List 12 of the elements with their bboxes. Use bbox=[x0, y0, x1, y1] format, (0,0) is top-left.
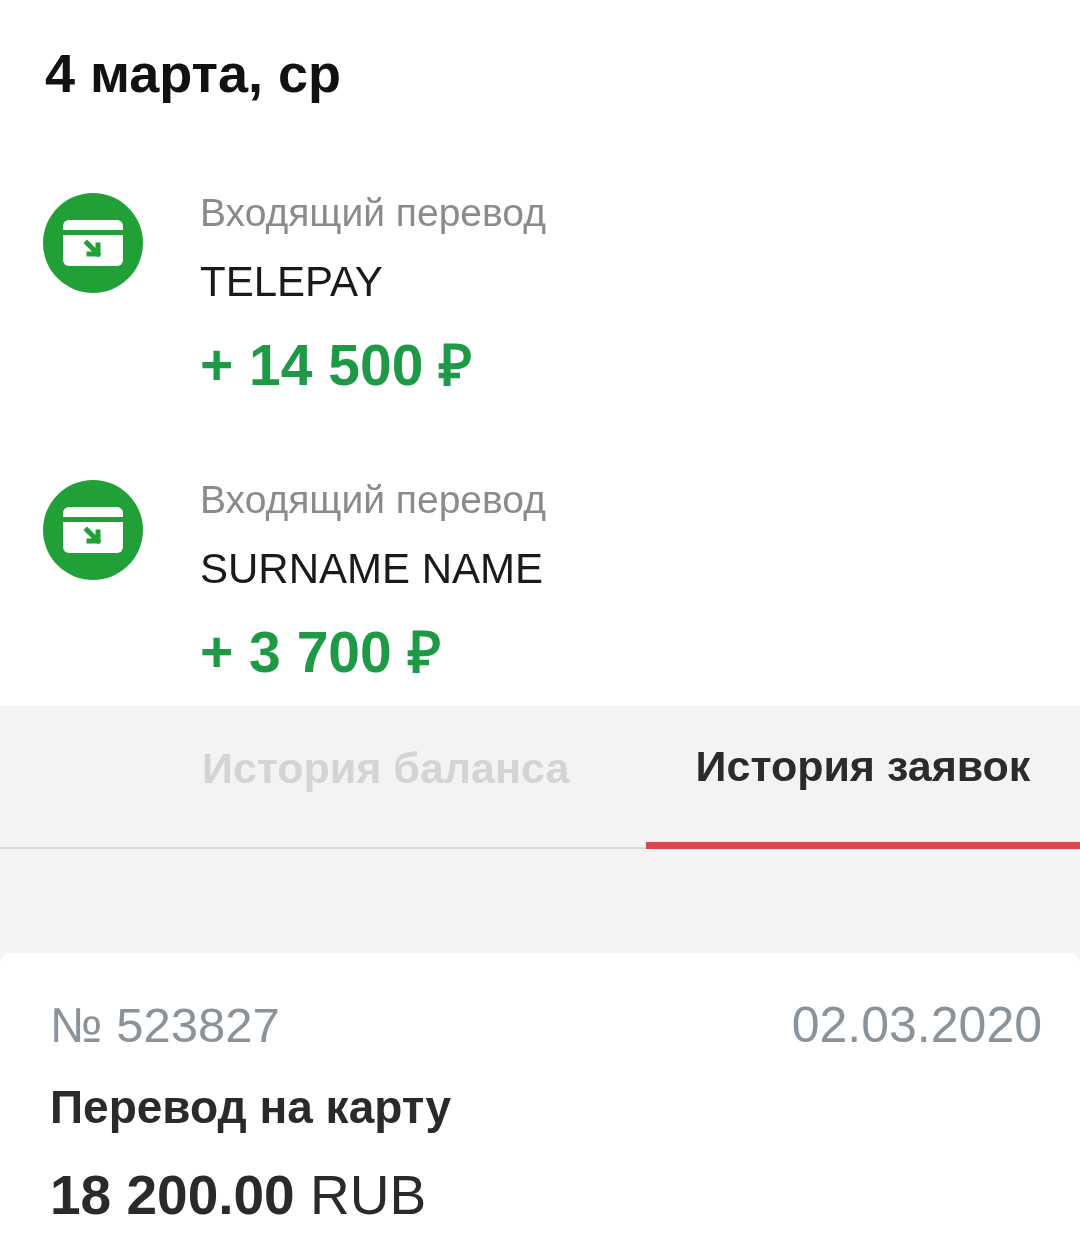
request-number: № 523827 bbox=[50, 997, 280, 1053]
request-amount: 18 200.00 RUB bbox=[50, 1163, 427, 1227]
date-heading: 4 марта, ср bbox=[45, 42, 342, 105]
request-title: Перевод на карту bbox=[50, 1080, 451, 1135]
transaction-type: Входящий перевод bbox=[200, 477, 546, 523]
transaction-type: Входящий перевод bbox=[200, 190, 546, 236]
request-date: 02.03.2020 bbox=[791, 997, 1042, 1053]
counterparty-name: TELEPAY bbox=[200, 257, 383, 307]
counterparty-name: SURNAME NAME bbox=[200, 544, 544, 594]
tab[interactable]: История заявок bbox=[646, 706, 1080, 849]
transaction-amount: + 14 500 ₽ bbox=[200, 333, 473, 397]
transaction-amount: + 3 700 ₽ bbox=[200, 620, 441, 684]
